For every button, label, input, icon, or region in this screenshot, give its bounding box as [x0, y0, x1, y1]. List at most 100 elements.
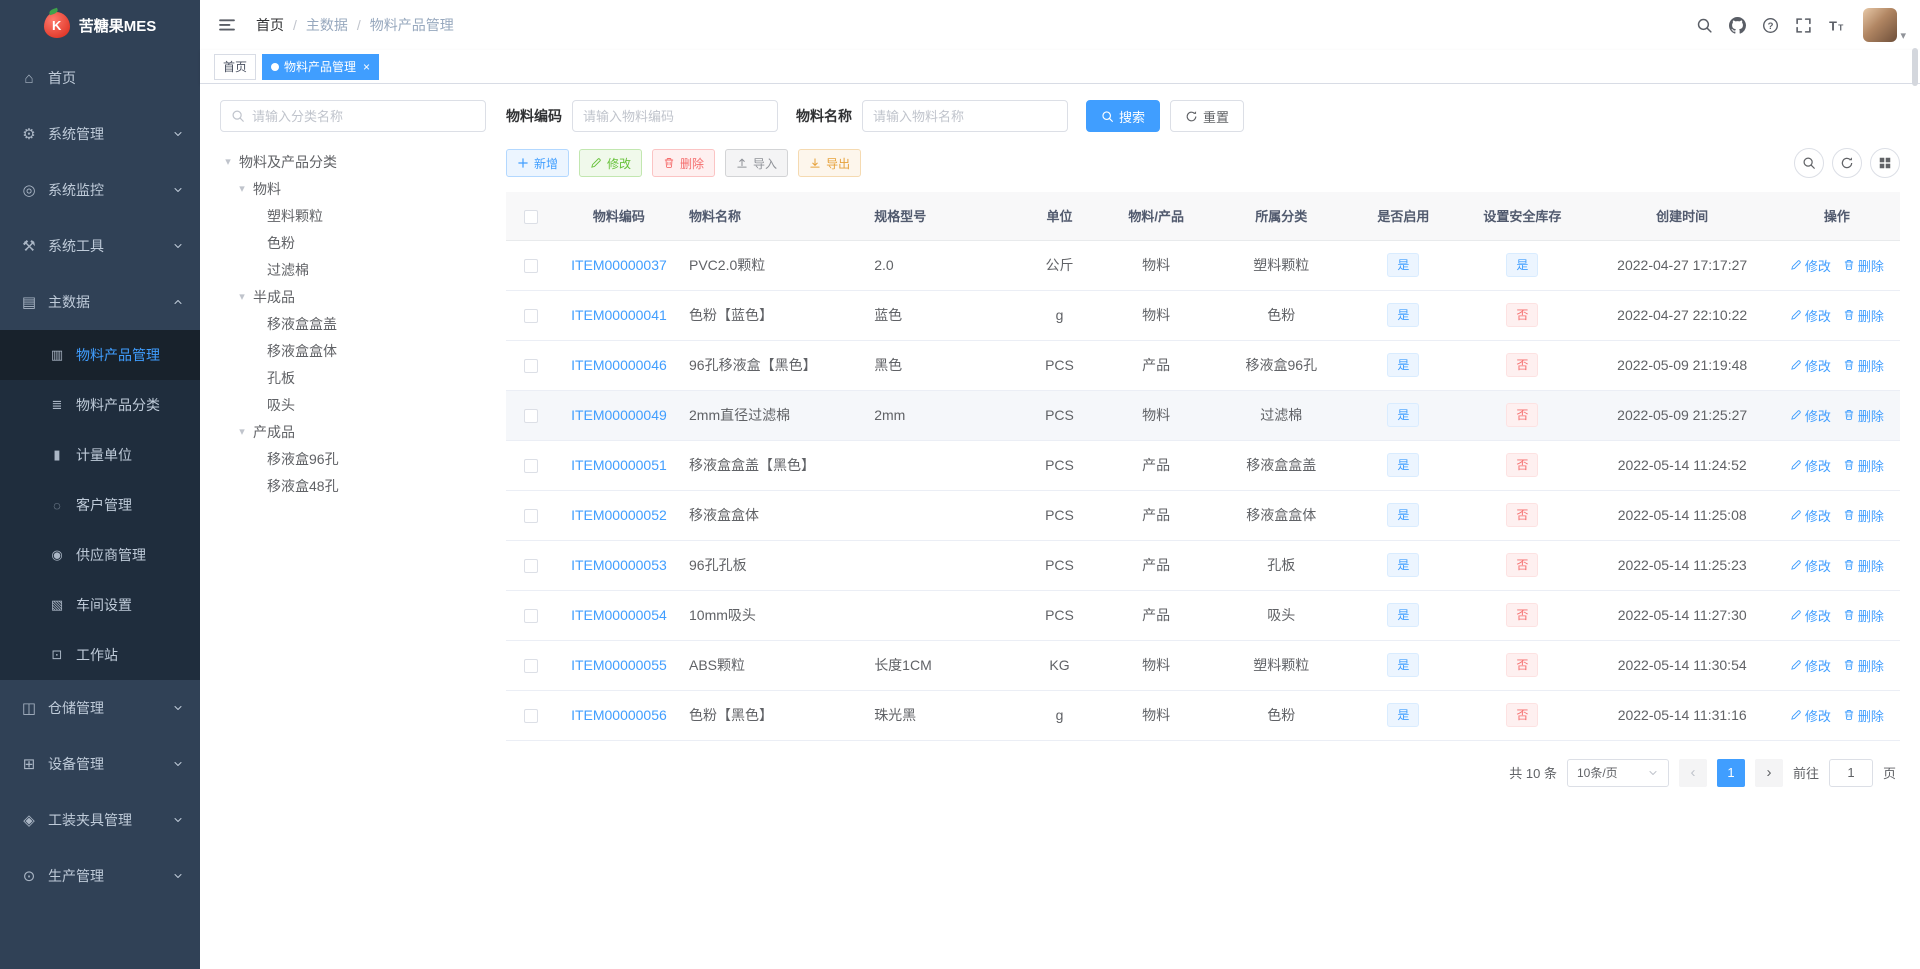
row-edit-link[interactable]: 修改: [1790, 656, 1831, 675]
material-code-link[interactable]: ITEM00000052: [571, 507, 667, 523]
material-code-link[interactable]: ITEM00000046: [571, 357, 667, 373]
row-checkbox[interactable]: [524, 509, 539, 524]
row-delete-link[interactable]: 删除: [1843, 356, 1884, 375]
row-edit-link[interactable]: 修改: [1790, 406, 1831, 425]
tree-node[interactable]: ▾ 产成品: [220, 418, 486, 445]
material-code-link[interactable]: ITEM00000051: [571, 457, 667, 473]
hamburger-icon[interactable]: [214, 16, 240, 34]
material-code-link[interactable]: ITEM00000049: [571, 407, 667, 423]
tree-node[interactable]: 过滤棉: [220, 256, 486, 283]
edit-button[interactable]: 修改: [579, 149, 643, 177]
github-icon[interactable]: [1729, 16, 1747, 34]
material-code-link[interactable]: ITEM00000037: [571, 257, 667, 273]
tree-node[interactable]: 移液盒盒盖: [220, 310, 486, 337]
fullscreen-icon[interactable]: [1795, 17, 1812, 34]
tree-node[interactable]: 移液盒96孔: [220, 445, 486, 472]
row-delete-link[interactable]: 删除: [1843, 556, 1884, 575]
select-all-checkbox[interactable]: [524, 209, 539, 224]
sidebar-item-equipment[interactable]: ⊞ 设备管理: [0, 736, 200, 792]
scrollbar-thumb[interactable]: [1912, 48, 1918, 86]
row-edit-link[interactable]: 修改: [1790, 606, 1831, 625]
search-button[interactable]: 搜索: [1086, 100, 1161, 132]
sidebar-item-tools[interactable]: ⚒ 系统工具: [0, 218, 200, 274]
row-checkbox[interactable]: [524, 359, 539, 374]
material-code-link[interactable]: ITEM00000055: [571, 657, 667, 673]
row-edit-link[interactable]: 修改: [1790, 456, 1831, 475]
sidebar-item-fixture[interactable]: ◈ 工装夹具管理: [0, 792, 200, 848]
material-code-link[interactable]: ITEM00000041: [571, 307, 667, 323]
row-delete-link[interactable]: 删除: [1843, 506, 1884, 525]
import-button[interactable]: 导入: [725, 149, 789, 177]
add-button[interactable]: 新增: [506, 149, 570, 177]
tree-node[interactable]: ▾ 物料: [220, 175, 486, 202]
sidebar-item-measure-unit[interactable]: ▮ 计量单位: [0, 430, 200, 480]
row-edit-link[interactable]: 修改: [1790, 556, 1831, 575]
sidebar-item-workstation[interactable]: ⊡ 工作站: [0, 630, 200, 680]
row-edit-link[interactable]: 修改: [1790, 306, 1831, 325]
delete-button[interactable]: 删除: [652, 149, 716, 177]
row-checkbox[interactable]: [524, 259, 539, 274]
sidebar-item-production[interactable]: ⊙ 生产管理: [0, 848, 200, 904]
help-icon[interactable]: ?: [1762, 17, 1779, 34]
row-edit-link[interactable]: 修改: [1790, 706, 1831, 725]
sidebar-item-material-category[interactable]: ≣ 物料产品分类: [0, 380, 200, 430]
row-checkbox[interactable]: [524, 409, 539, 424]
sidebar-item-warehouse[interactable]: ◫ 仓储管理: [0, 680, 200, 736]
sidebar-item-system[interactable]: ⚙ 系统管理: [0, 106, 200, 162]
row-checkbox[interactable]: [524, 459, 539, 474]
breadcrumb-item[interactable]: 首页: [256, 15, 284, 35]
goto-page-input[interactable]: [1828, 758, 1873, 787]
tab-tag-1[interactable]: 首页: [214, 53, 257, 80]
row-delete-link[interactable]: 删除: [1843, 656, 1884, 675]
sidebar-item-workshop[interactable]: ▧ 车间设置: [0, 580, 200, 630]
category-search-input[interactable]: [252, 108, 475, 124]
tree-node[interactable]: 塑料颗粒: [220, 202, 486, 229]
row-edit-link[interactable]: 修改: [1790, 356, 1831, 375]
row-delete-link[interactable]: 删除: [1843, 256, 1884, 275]
row-edit-link[interactable]: 修改: [1790, 506, 1831, 525]
material-code-link[interactable]: ITEM00000053: [571, 557, 667, 573]
tree-node[interactable]: 移液盒盒体: [220, 337, 486, 364]
search-toggle-icon[interactable]: [1794, 148, 1824, 178]
material-code-link[interactable]: ITEM00000056: [571, 707, 667, 723]
page-size-select[interactable]: 10条/页: [1566, 758, 1669, 787]
tree-node[interactable]: 移液盒48孔: [220, 472, 486, 499]
row-checkbox[interactable]: [524, 709, 539, 724]
avatar[interactable]: [1863, 8, 1898, 42]
prev-page-button[interactable]: ‹: [1678, 758, 1707, 787]
material-code-link[interactable]: ITEM00000054: [571, 607, 667, 623]
refresh-icon[interactable]: [1832, 148, 1862, 178]
breadcrumb-item[interactable]: 主数据: [306, 15, 348, 35]
row-delete-link[interactable]: 删除: [1843, 606, 1884, 625]
sidebar-item-material-manage[interactable]: ▥ 物料产品管理: [0, 330, 200, 380]
sidebar-item-customer[interactable]: ◌ 客户管理: [0, 480, 200, 530]
page-1-button[interactable]: 1: [1716, 758, 1745, 787]
close-icon[interactable]: ×: [363, 61, 370, 73]
material-name-input[interactable]: [873, 108, 1057, 124]
tree-node[interactable]: ▾ 物料及产品分类: [220, 148, 486, 175]
tree-node[interactable]: 孔板: [220, 364, 486, 391]
row-checkbox[interactable]: [524, 609, 539, 624]
row-checkbox[interactable]: [524, 309, 539, 324]
row-delete-link[interactable]: 删除: [1843, 706, 1884, 725]
tree-node[interactable]: 吸头: [220, 391, 486, 418]
row-checkbox[interactable]: [524, 559, 539, 574]
sidebar-item-master[interactable]: ▤ 主数据: [0, 274, 200, 330]
export-button[interactable]: 导出: [798, 149, 862, 177]
reset-button[interactable]: 重置: [1170, 100, 1245, 132]
app-logo[interactable]: K 苦糖果MES: [0, 0, 200, 50]
row-delete-link[interactable]: 删除: [1843, 406, 1884, 425]
tree-node[interactable]: ▾ 半成品: [220, 283, 486, 310]
tree-node[interactable]: 色粉: [220, 229, 486, 256]
row-delete-link[interactable]: 删除: [1843, 306, 1884, 325]
row-delete-link[interactable]: 删除: [1843, 456, 1884, 475]
row-checkbox[interactable]: [524, 659, 539, 674]
next-page-button[interactable]: ›: [1754, 758, 1783, 787]
material-code-input[interactable]: [583, 108, 767, 124]
columns-icon[interactable]: [1870, 148, 1900, 178]
user-menu[interactable]: ▾: [1863, 8, 1906, 42]
sidebar-item-monitor[interactable]: ◎ 系统监控: [0, 162, 200, 218]
sidebar-item-home[interactable]: ⌂ 首页: [0, 50, 200, 106]
font-size-icon[interactable]: TT: [1828, 17, 1845, 34]
tab-tag-2[interactable]: 物料产品管理 ×: [262, 53, 380, 80]
